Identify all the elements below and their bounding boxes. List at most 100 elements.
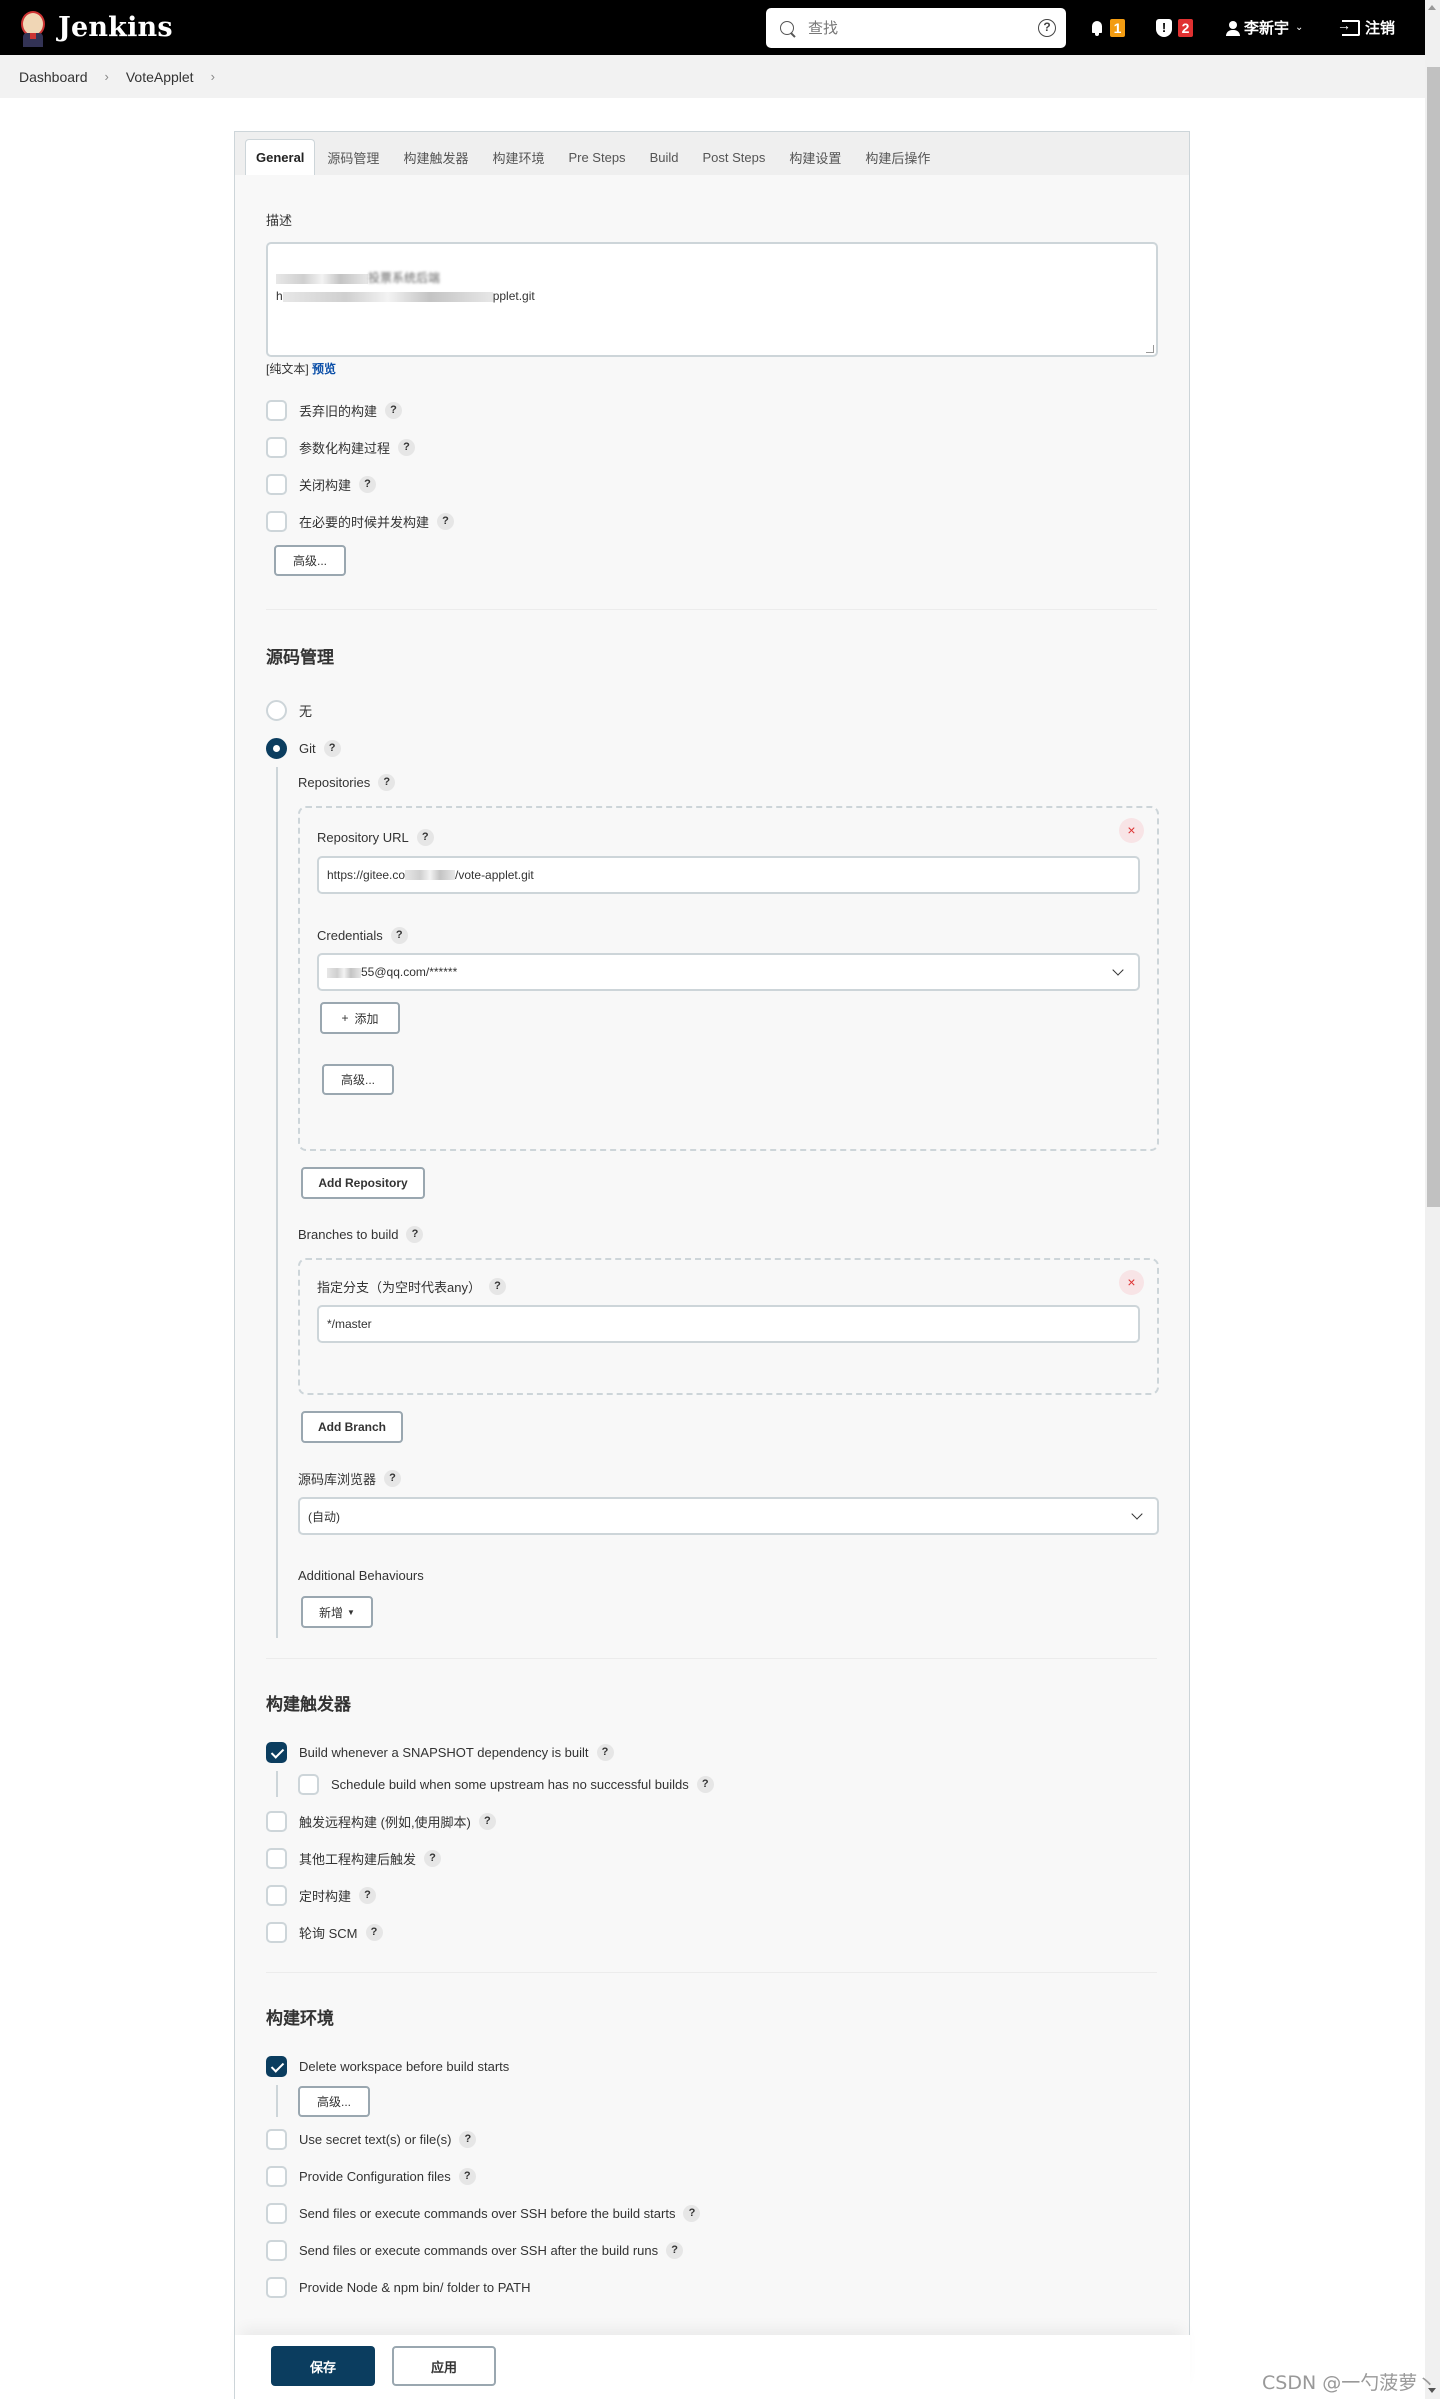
help-icon[interactable]: ? [323, 739, 341, 757]
help-icon[interactable]: ? [478, 1813, 496, 1830]
add-credentials-button[interactable]: + 添加 [320, 1002, 400, 1034]
help-icon[interactable]: ? [666, 2242, 684, 2259]
env-ssh-before[interactable]: Send files or execute commands over SSH … [266, 2195, 1157, 2232]
checkbox-checked[interactable] [266, 1742, 287, 1763]
search-input[interactable] [806, 18, 1026, 38]
tab-build-settings[interactable]: 构建设置 [777, 139, 853, 175]
radio-none[interactable] [266, 699, 287, 721]
trigger-poll-scm[interactable]: 轮询 SCM ? [266, 1914, 1157, 1951]
redacted-text [276, 273, 368, 284]
label-text: Branches to build [298, 1226, 399, 1242]
trigger-after-other-projects[interactable]: 其他工程构建后触发 ? [266, 1840, 1157, 1877]
env-ssh-after[interactable]: Send files or execute commands over SSH … [266, 2232, 1157, 2269]
checkbox[interactable] [266, 437, 287, 458]
checkbox[interactable] [266, 1922, 287, 1943]
add-repository-button[interactable]: Add Repository [301, 1167, 425, 1199]
jenkins-logo[interactable]: Jenkins [16, 9, 173, 47]
checkbox[interactable] [266, 1848, 287, 1869]
credentials-select[interactable]: 55@qq.com/****** [317, 953, 1140, 991]
add-behaviour-dropdown[interactable]: 新增 ▼ [301, 1596, 373, 1628]
notifications-button[interactable]: 1 [1090, 0, 1125, 55]
help-icon[interactable]: ? [406, 1225, 424, 1243]
search-help-icon[interactable]: ? [1038, 19, 1056, 37]
help-icon[interactable]: ? [378, 773, 396, 791]
help-icon[interactable]: ? [390, 926, 408, 944]
help-icon[interactable]: ? [384, 1469, 402, 1487]
help-icon[interactable]: ? [424, 1850, 442, 1867]
checkbox[interactable] [266, 2166, 287, 2187]
chevron-right-icon[interactable]: › [211, 69, 215, 84]
repo-browser-select[interactable]: (自动) [298, 1497, 1159, 1535]
delete-workspace-advanced-button[interactable]: 高级... [298, 2085, 370, 2117]
repository-url-input[interactable]: https://gitee.co /vote-applet.git [317, 856, 1140, 894]
scm-option-git[interactable]: Git ? [266, 729, 1157, 767]
trigger-remote[interactable]: 触发远程构建 (例如,使用脚本) ? [266, 1803, 1157, 1840]
radio-git[interactable] [266, 737, 287, 759]
checkbox-checked[interactable] [266, 2056, 287, 2077]
checkbox[interactable] [266, 474, 287, 495]
tab-post-build[interactable]: 构建后操作 [853, 139, 942, 175]
tab-scm[interactable]: 源码管理 [315, 139, 391, 175]
general-advanced-button[interactable]: 高级... [274, 545, 346, 576]
help-icon[interactable]: ? [416, 828, 434, 846]
save-button[interactable]: 保存 [271, 2346, 375, 2386]
checkbox[interactable] [266, 2129, 287, 2150]
scrollbar-thumb[interactable] [1427, 67, 1440, 1207]
search-box[interactable]: ? [766, 8, 1066, 48]
env-config-files[interactable]: Provide Configuration files ? [266, 2158, 1157, 2195]
description-textarea[interactable]: 投票系统后端 h pplet.git [266, 242, 1158, 357]
checkbox[interactable] [266, 511, 287, 532]
help-icon[interactable]: ? [696, 1775, 714, 1793]
help-icon[interactable]: ? [488, 1277, 506, 1295]
scm-option-none[interactable]: 无 [266, 691, 1157, 729]
tab-build-env[interactable]: 构建环境 [480, 139, 556, 175]
help-icon[interactable]: ? [365, 1924, 383, 1941]
tab-build[interactable]: Build [638, 139, 691, 175]
checkbox[interactable] [266, 1811, 287, 1832]
resize-handle[interactable] [1146, 345, 1154, 353]
checkbox[interactable] [298, 1773, 319, 1795]
preview-link[interactable]: 预览 [312, 362, 336, 376]
breadcrumb-dashboard[interactable]: Dashboard [19, 69, 88, 85]
tab-post-steps[interactable]: Post Steps [690, 139, 777, 175]
help-icon[interactable]: ? [359, 476, 377, 493]
checkbox[interactable] [266, 2203, 287, 2224]
help-icon[interactable]: ? [437, 513, 455, 530]
apply-button[interactable]: 应用 [392, 2346, 496, 2386]
security-button[interactable]: ! 2 [1156, 0, 1193, 55]
tab-general[interactable]: General [245, 139, 316, 175]
checkbox[interactable] [266, 2240, 287, 2261]
logout-button[interactable]: 注销 [1337, 0, 1395, 55]
trigger-schedule-upstream[interactable]: Schedule build when some upstream has no… [298, 1771, 714, 1797]
remove-repository-close-icon[interactable]: × [1119, 818, 1144, 843]
add-branch-button[interactable]: Add Branch [301, 1411, 403, 1443]
tab-pre-steps[interactable]: Pre Steps [556, 139, 637, 175]
option-parameterized[interactable]: 参数化构建过程 ? [266, 429, 1157, 466]
help-icon[interactable]: ? [359, 1887, 377, 1904]
repository-advanced-button[interactable]: 高级... [322, 1064, 394, 1095]
env-delete-workspace[interactable]: Delete workspace before build starts [266, 2048, 1157, 2085]
breadcrumb-voteapplet[interactable]: VoteApplet [126, 69, 194, 85]
page-scrollbar[interactable] [1425, 0, 1440, 2399]
help-icon[interactable]: ? [458, 2168, 476, 2185]
option-disable-build[interactable]: 关闭构建 ? [266, 466, 1157, 503]
env-node-npm[interactable]: Provide Node & npm bin/ folder to PATH [266, 2269, 1157, 2306]
checkbox[interactable] [266, 2277, 287, 2298]
scroll-up-arrow-icon[interactable] [1428, 5, 1436, 10]
trigger-snapshot[interactable]: Build whenever a SNAPSHOT dependency is … [266, 1734, 1157, 1771]
checkbox[interactable] [266, 400, 287, 421]
help-icon[interactable]: ? [459, 2131, 477, 2148]
user-menu[interactable]: 李新宇 ⌄ [1226, 0, 1303, 55]
help-icon[interactable]: ? [385, 402, 403, 419]
remove-branch-close-icon[interactable]: × [1119, 1270, 1144, 1295]
option-discard-old-builds[interactable]: 丢弃旧的构建 ? [266, 392, 1157, 429]
help-icon[interactable]: ? [683, 2205, 701, 2222]
trigger-periodic[interactable]: 定时构建 ? [266, 1877, 1157, 1914]
tab-triggers[interactable]: 构建触发器 [391, 139, 480, 175]
option-concurrent-builds[interactable]: 在必要的时候并发构建 ? [266, 503, 1157, 540]
branch-specifier-input[interactable]: */master [317, 1305, 1140, 1343]
help-icon[interactable]: ? [596, 1744, 614, 1761]
checkbox[interactable] [266, 1885, 287, 1906]
env-secret-text[interactable]: Use secret text(s) or file(s) ? [266, 2121, 1157, 2158]
help-icon[interactable]: ? [398, 439, 416, 456]
